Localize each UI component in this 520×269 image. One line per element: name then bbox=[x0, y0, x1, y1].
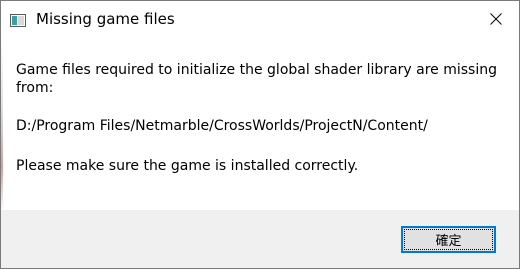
app-window-icon bbox=[10, 12, 26, 27]
title-bar[interactable]: Missing game files bbox=[1, 1, 519, 37]
window-title: Missing game files bbox=[36, 10, 175, 28]
close-icon bbox=[490, 10, 502, 29]
window-edge-artifact bbox=[1, 37, 3, 212]
button-bar: 確定 bbox=[1, 210, 519, 268]
message-body: Game files required to initialize the gl… bbox=[16, 61, 506, 175]
message-text-instruction: Please make sure the game is installed c… bbox=[16, 158, 359, 174]
message-text-intro: Game files required to initialize the gl… bbox=[16, 62, 497, 96]
close-button[interactable] bbox=[473, 1, 519, 37]
ok-button-label: 確定 bbox=[435, 234, 462, 249]
error-dialog: Missing game files Game files required t… bbox=[0, 0, 520, 269]
message-text-path: D:/Program Files/Netmarble/CrossWorlds/P… bbox=[16, 118, 428, 134]
ok-button[interactable]: 確定 bbox=[401, 226, 496, 253]
